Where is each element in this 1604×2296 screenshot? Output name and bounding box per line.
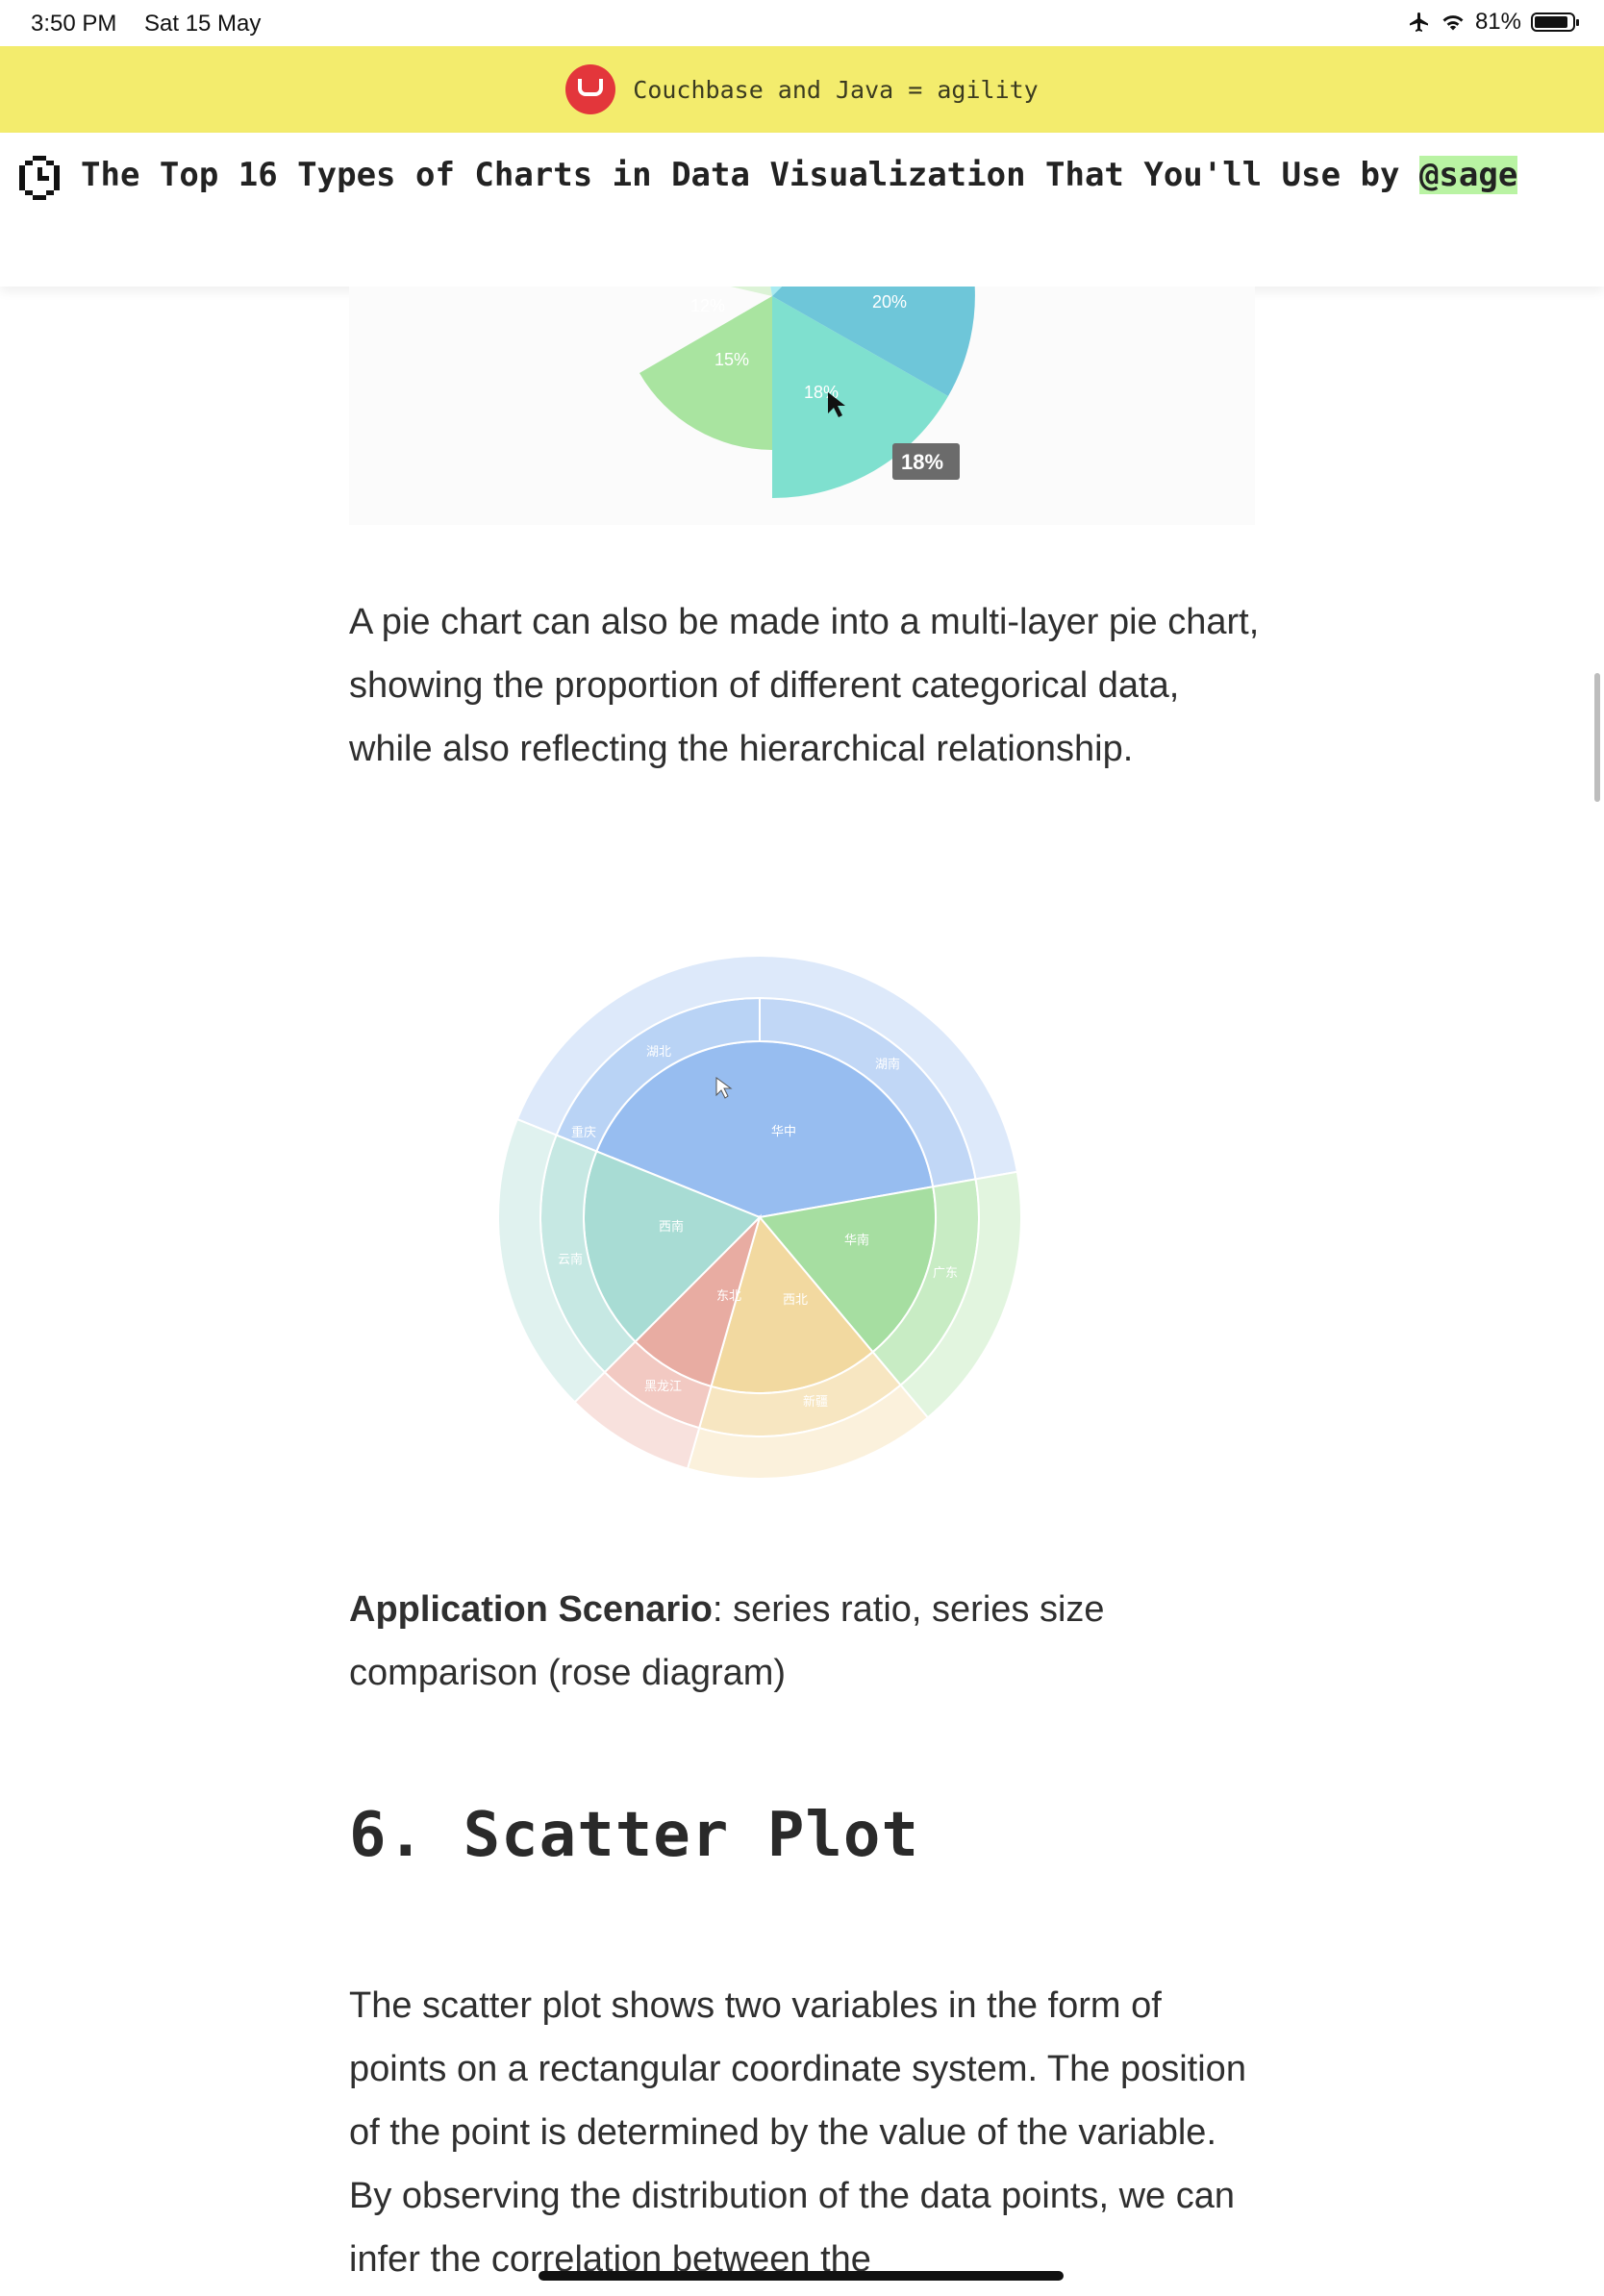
pie-label-20: 20% — [872, 292, 907, 312]
pie-chart-image: 12% 20% 15% 18% 18% — [349, 181, 1255, 525]
status-bar: 3:50 PM Sat 15 May 81% — [0, 0, 1604, 46]
article-body: 12% 20% 15% 18% 18% A pie chart can also… — [0, 181, 1604, 2296]
status-right: 81% — [1408, 9, 1579, 36]
section-heading-scatter: 6. Scatter Plot — [349, 1800, 919, 1871]
pie-chart-svg: 12% 20% 15% 18% 18% — [639, 181, 975, 499]
sponsor-banner[interactable]: Couchbase and Java = agility — [0, 46, 1604, 133]
sunburst-label-10: 云南 — [558, 1252, 583, 1266]
sunburst-label-3: 东北 — [716, 1288, 741, 1303]
tooltip-text: 18% — [901, 450, 943, 474]
article-title-text: The Top 16 Types of Charts in Data Visua… — [81, 156, 1419, 194]
sunburst-label-7: 广东 — [933, 1265, 958, 1280]
couchbase-logo-icon — [565, 64, 616, 114]
sunburst-svg: 华中华南西北 东北 西南 湖北湖南广东新疆 黑龙江 云南 重庆 — [497, 955, 1022, 1480]
sunburst-label-2: 西北 — [783, 1292, 808, 1307]
sunburst-label-6: 湖南 — [875, 1057, 900, 1071]
sunburst-label-8: 新疆 — [803, 1394, 828, 1409]
sunburst-chart-image: 华中华南西北 东北 西南 湖北湖南广东新疆 黑龙江 云南 重庆 — [349, 890, 1255, 1521]
pie-label-15: 15% — [714, 350, 749, 369]
article-header: The Top 16 Types of Charts in Data Visua… — [0, 133, 1604, 287]
sunburst-label-0: 华中 — [771, 1124, 796, 1138]
sunburst-label-4: 西南 — [659, 1219, 684, 1234]
hackernoon-icon[interactable] — [19, 156, 60, 200]
status-time: 3:50 PM — [31, 11, 117, 37]
paragraph-multilayer-pie: A pie chart can also be made into a mult… — [349, 602, 1260, 769]
application-scenario-label: Application Scenario — [349, 1589, 713, 1630]
application-scenario: Application Scenario: series ratio, seri… — [349, 1578, 1263, 1705]
author-handle-link[interactable]: @sage — [1418, 156, 1518, 194]
battery-icon — [1531, 12, 1579, 32]
sunburst-label-1: 华南 — [844, 1233, 869, 1247]
sunburst-label-11: 重庆 — [571, 1125, 596, 1139]
vertical-scrollbar[interactable] — [1594, 673, 1600, 802]
wifi-icon — [1442, 15, 1464, 31]
home-indicator[interactable] — [539, 2271, 1064, 2281]
pie-label-12: 12% — [690, 296, 725, 315]
article-title: The Top 16 Types of Charts in Data Visua… — [81, 156, 1518, 194]
paragraph-scatter: The scatter plot shows two variables in … — [349, 1985, 1246, 2280]
status-date: Sat 15 May — [144, 11, 262, 37]
airplane-icon — [1409, 12, 1428, 32]
sunburst-label-9: 黑龙江 — [644, 1379, 682, 1393]
sponsor-text[interactable]: Couchbase and Java = agility — [633, 76, 1038, 104]
sunburst-label-5: 湖北 — [646, 1044, 671, 1059]
battery-percent: 81% — [1474, 9, 1521, 35]
